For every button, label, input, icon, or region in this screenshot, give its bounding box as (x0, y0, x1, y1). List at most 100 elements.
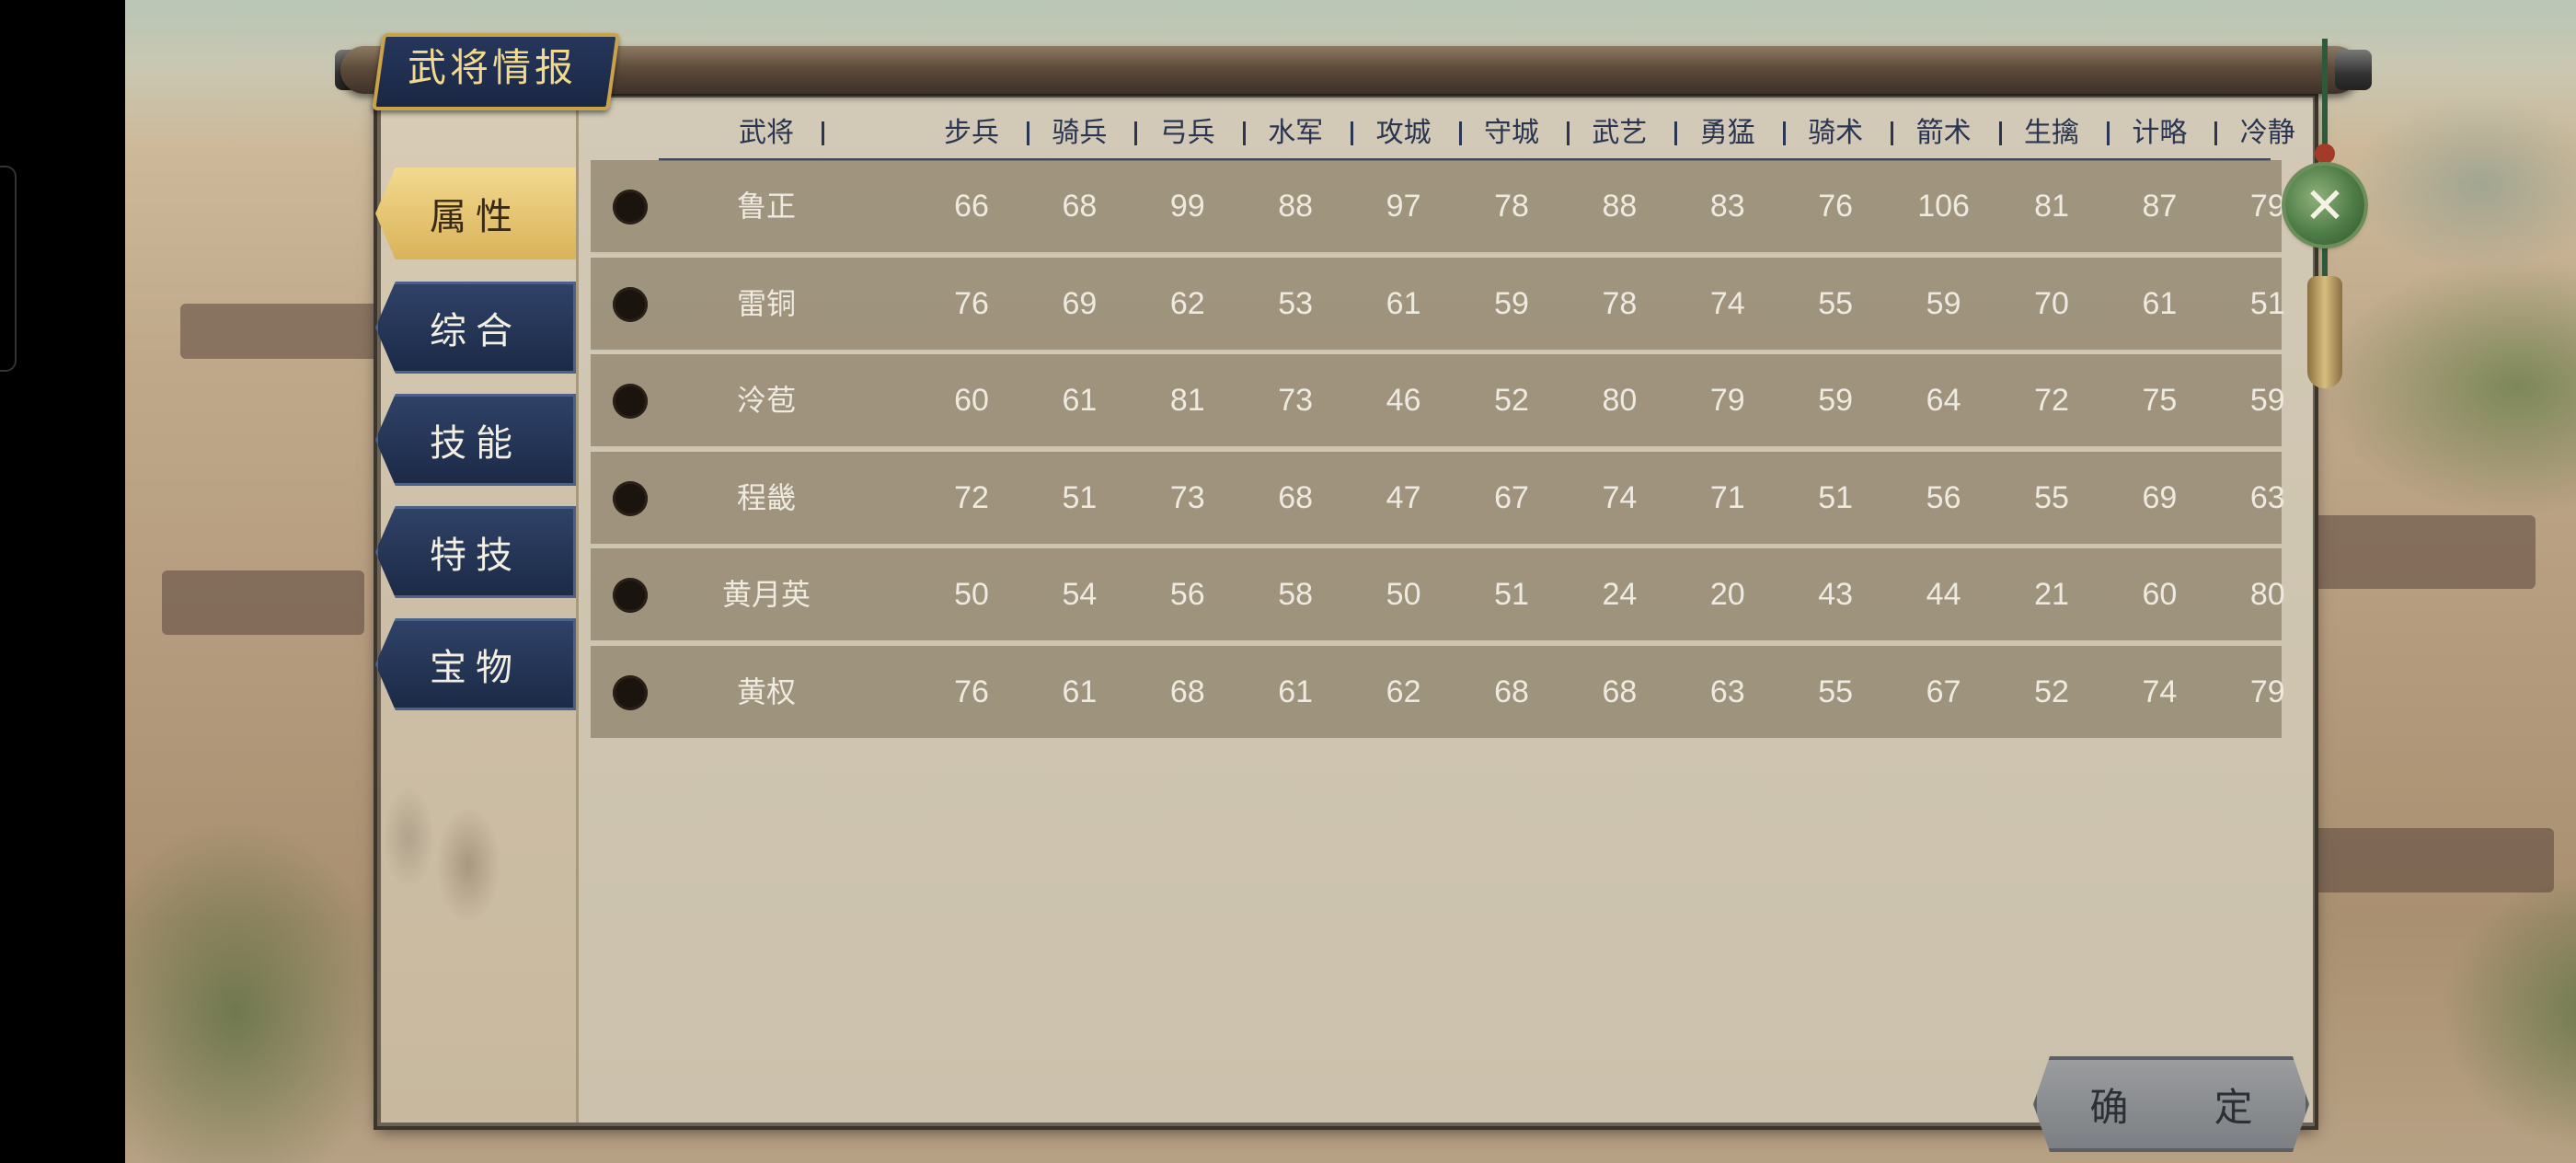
stat-value: 56 (1169, 577, 1205, 612)
select-dot-icon[interactable] (613, 578, 648, 613)
stat-value: 56 (1926, 479, 1961, 515)
stat-value: 66 (954, 189, 989, 224)
select-dot-icon[interactable] (613, 286, 648, 322)
general-name: 泠苞 (736, 383, 796, 418)
header-separator (822, 121, 824, 145)
stat-value: 59 (1494, 285, 1529, 321)
side-handle (0, 166, 17, 372)
header-general: 武将 (739, 117, 794, 149)
background-roof (162, 570, 364, 635)
stat-value: 72 (2034, 383, 2069, 418)
stat-value: 74 (2142, 674, 2178, 709)
tab-attributes[interactable]: 属性 (375, 167, 576, 259)
stat-value: 69 (2142, 479, 2178, 515)
stat-value: 78 (1494, 189, 1529, 224)
tab-label: 特技 (430, 535, 522, 577)
header-stat: 计略 (2132, 117, 2188, 149)
stat-value: 59 (2249, 383, 2285, 418)
select-dot-icon[interactable] (613, 674, 648, 710)
game-screen: 武将情报 属性 综合 技能 特技 宝物 武将 步兵 骑兵 弓兵 水军 攻城 守城 武艺 勇猛 骑术… (0, 0, 2576, 1163)
general-name: 程畿 (736, 479, 796, 515)
general-name: 黄月英 (721, 577, 811, 612)
table-row[interactable]: 黄权 76 61 68 61 62 68 68 63 55 67 52 74 79 (591, 645, 2285, 740)
select-dot-icon[interactable] (613, 480, 648, 516)
stat-value: 97 (1386, 189, 1421, 224)
stat-value: 79 (1709, 383, 1745, 418)
header-stat: 守城 (1484, 117, 1539, 149)
stat-value: 80 (2249, 577, 2285, 612)
table-row[interactable]: 程畿 72 51 73 68 47 67 74 71 51 56 55 69 63 (591, 451, 2285, 546)
tab-label: 属性 (430, 196, 522, 238)
stat-value: 74 (1709, 285, 1745, 321)
stat-value: 61 (1062, 383, 1098, 418)
stat-value: 54 (1062, 577, 1098, 612)
stat-value: 52 (1494, 383, 1529, 418)
stat-value: 76 (954, 285, 989, 321)
stat-value: 61 (2142, 285, 2178, 321)
stat-value: 21 (2034, 577, 2069, 612)
stat-value: 61 (1062, 674, 1098, 709)
general-name: 雷铜 (736, 285, 796, 321)
stat-value: 46 (1386, 383, 1421, 418)
header-stat: 生擒 (2024, 117, 2079, 149)
stat-value: 53 (1278, 285, 1314, 321)
close-tassel (2307, 276, 2342, 388)
tab-label: 综合 (430, 310, 522, 352)
header-stat: 冷静 (2239, 117, 2295, 149)
stat-value: 51 (2249, 285, 2285, 321)
warrior-illustration (381, 708, 576, 1012)
tab-overview[interactable]: 综合 (375, 282, 576, 374)
tab-treasures[interactable]: 宝物 (375, 618, 576, 710)
stat-value: 68 (1494, 674, 1529, 709)
stat-value: 62 (1169, 285, 1205, 321)
window-title: 武将情报 (407, 45, 577, 90)
stat-value: 47 (1386, 479, 1421, 515)
header-stat: 攻城 (1375, 117, 1432, 149)
general-name: 黄权 (736, 674, 796, 709)
table-row[interactable]: 泠苞 60 61 81 73 46 52 80 79 59 64 72 75 59 (591, 354, 2285, 448)
tab-skills[interactable]: 技能 (375, 394, 576, 486)
stat-value: 71 (1709, 479, 1745, 515)
select-dot-icon[interactable] (613, 190, 648, 225)
stat-value: 68 (1602, 674, 1638, 709)
general-name: 鲁正 (736, 189, 796, 224)
stat-value: 61 (1386, 285, 1421, 321)
stat-value: 88 (1602, 189, 1638, 224)
stat-value: 69 (1062, 285, 1098, 321)
select-dot-icon[interactable] (613, 384, 648, 419)
stat-value: 78 (1602, 285, 1638, 321)
stat-value: 51 (1062, 479, 1098, 515)
header-stat: 弓兵 (1159, 117, 1215, 149)
stat-value: 67 (1926, 674, 1961, 709)
header-stat: 步兵 (944, 117, 999, 149)
stat-value: 76 (1818, 189, 1854, 224)
table-row[interactable]: 鲁正 66 68 99 88 97 78 88 83 76 106 81 87 79 (591, 160, 2285, 254)
stat-value: 61 (1278, 674, 1314, 709)
stat-value: 60 (2142, 577, 2178, 612)
table-row[interactable]: 黄月英 50 54 56 58 50 51 24 20 43 44 21 60 80 (591, 548, 2285, 642)
stat-value: 55 (2034, 479, 2069, 515)
close-button[interactable]: ✕ (2285, 166, 2364, 245)
stat-value: 20 (1709, 577, 1745, 612)
confirm-button[interactable]: 确 定 (2033, 1056, 2309, 1152)
tab-label: 技能 (430, 422, 522, 465)
stat-value: 44 (1926, 577, 1961, 612)
header-stat: 箭术 (1915, 117, 1972, 149)
header-stat: 骑术 (1808, 117, 1864, 149)
stat-value: 75 (2142, 383, 2178, 418)
tab-specialties[interactable]: 特技 (375, 506, 576, 598)
stat-value: 76 (954, 674, 989, 709)
stat-value: 80 (1602, 383, 1638, 418)
stat-value: 55 (1818, 285, 1854, 321)
table-row[interactable]: 雷铜 76 69 62 53 61 59 78 74 55 59 70 61 51 (591, 257, 2285, 351)
stat-value: 83 (1709, 189, 1745, 224)
stat-value: 70 (2034, 285, 2069, 321)
stat-value: 73 (1278, 383, 1314, 418)
stat-value: 43 (1818, 577, 1854, 612)
stat-value: 63 (2249, 479, 2285, 515)
header-stat: 骑兵 (1052, 117, 1108, 149)
stat-value: 51 (1494, 577, 1529, 612)
stat-value: 68 (1062, 189, 1098, 224)
stat-value: 81 (2034, 189, 2069, 224)
stat-value: 59 (1926, 285, 1961, 321)
